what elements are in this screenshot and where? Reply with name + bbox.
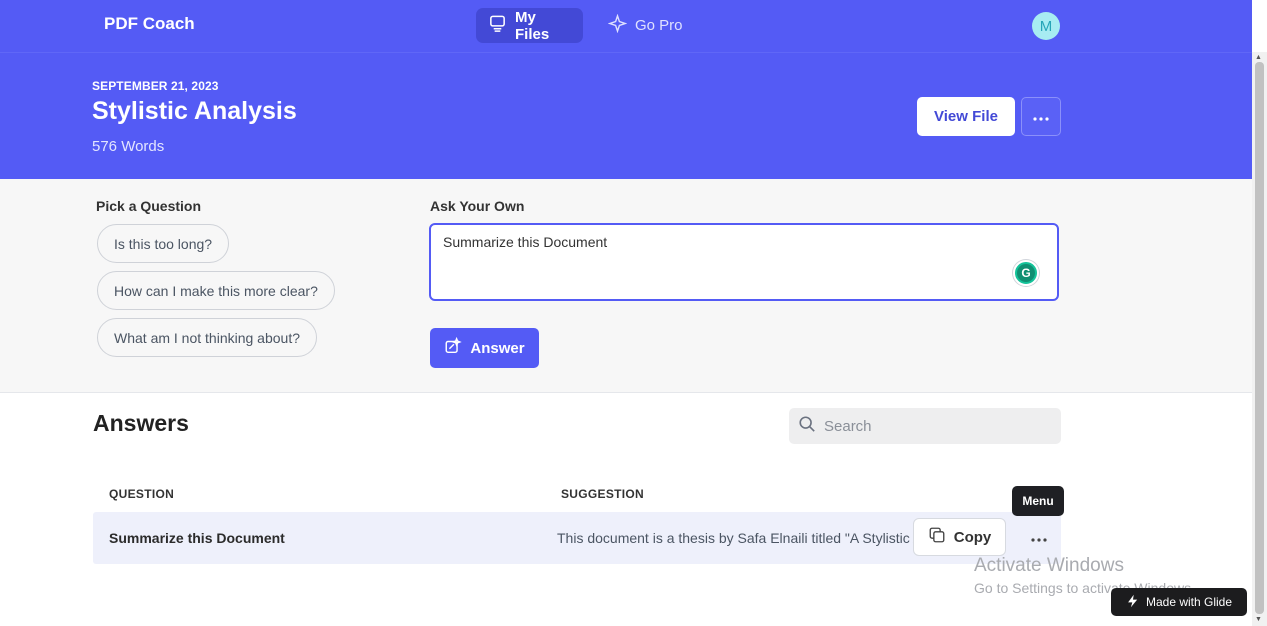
question-chip-too-long[interactable]: Is this too long? (97, 224, 230, 263)
question-chip-more-clear[interactable]: How can I make this more clear? (97, 271, 335, 310)
made-with-glide-badge[interactable]: Made with Glide (1111, 588, 1247, 616)
view-file-button[interactable]: View File (917, 97, 1015, 136)
table-row[interactable]: Summarize this Document This document is… (93, 512, 1061, 564)
grammarly-icon[interactable]: G (1013, 260, 1039, 286)
scrollbar-thumb[interactable] (1255, 62, 1264, 614)
copy-button-label: Copy (953, 528, 992, 546)
pick-question-label: Pick a Question (96, 198, 202, 214)
copy-button[interactable]: Copy (913, 518, 1006, 556)
scroll-down-arrow-icon[interactable]: ▼ (1255, 616, 1262, 623)
word-count: 576 Words (92, 138, 165, 155)
column-header-suggestion: SUGGESTION (561, 487, 645, 501)
row-suggestion: This document is a thesis by Safa Elnail… (557, 530, 915, 546)
row-menu-button[interactable] (1023, 524, 1055, 552)
question-section: Pick a Question Is this too long? How ca… (0, 179, 1252, 393)
search-box (789, 408, 1061, 444)
top-nav: PDF Coach My Files Go Pro M (0, 0, 1252, 52)
answers-heading: Answers (93, 410, 189, 436)
search-icon (798, 415, 816, 438)
glide-logo-icon (1126, 594, 1140, 611)
scroll-up-arrow-icon[interactable]: ▲ (1255, 54, 1262, 61)
document-date: SEPTEMBER 21, 2023 (92, 79, 219, 93)
tab-go-pro-label: Go Pro (635, 17, 683, 34)
tab-my-files-label: My Files (515, 8, 550, 43)
copy-icon (928, 526, 946, 548)
sparkle-icon (607, 13, 628, 37)
header-more-button[interactable] (1021, 97, 1061, 136)
page-title: Stylistic Analysis (92, 97, 297, 125)
grammarly-g-glyph: G (1017, 264, 1035, 282)
question-chip-not-thinking[interactable]: What am I not thinking about? (97, 318, 317, 357)
row-question: Summarize this Document (109, 530, 285, 546)
tab-go-pro[interactable]: Go Pro (596, 8, 695, 43)
files-icon (488, 14, 507, 37)
answer-button[interactable]: Answer (430, 328, 539, 368)
ellipsis-icon (1033, 108, 1049, 126)
ask-your-own-label: Ask Your Own (430, 198, 525, 214)
glide-badge-label: Made with Glide (1145, 595, 1233, 609)
column-header-question: QUESTION (109, 487, 175, 501)
brand-logo[interactable]: PDF Coach (104, 14, 195, 34)
ellipsis-icon (1031, 529, 1047, 547)
answer-button-label: Answer (470, 339, 525, 357)
avatar[interactable]: M (1032, 12, 1060, 40)
tab-my-files[interactable]: My Files (476, 8, 583, 43)
sparkle-edit-icon (444, 336, 463, 359)
menu-tooltip: Menu (1012, 486, 1064, 516)
search-input[interactable] (824, 417, 1044, 435)
activate-windows-watermark: Activate Windows (974, 555, 1124, 576)
ask-question-input[interactable] (429, 223, 1059, 301)
document-header: SEPTEMBER 21, 2023 Stylistic Analysis 57… (0, 52, 1252, 179)
